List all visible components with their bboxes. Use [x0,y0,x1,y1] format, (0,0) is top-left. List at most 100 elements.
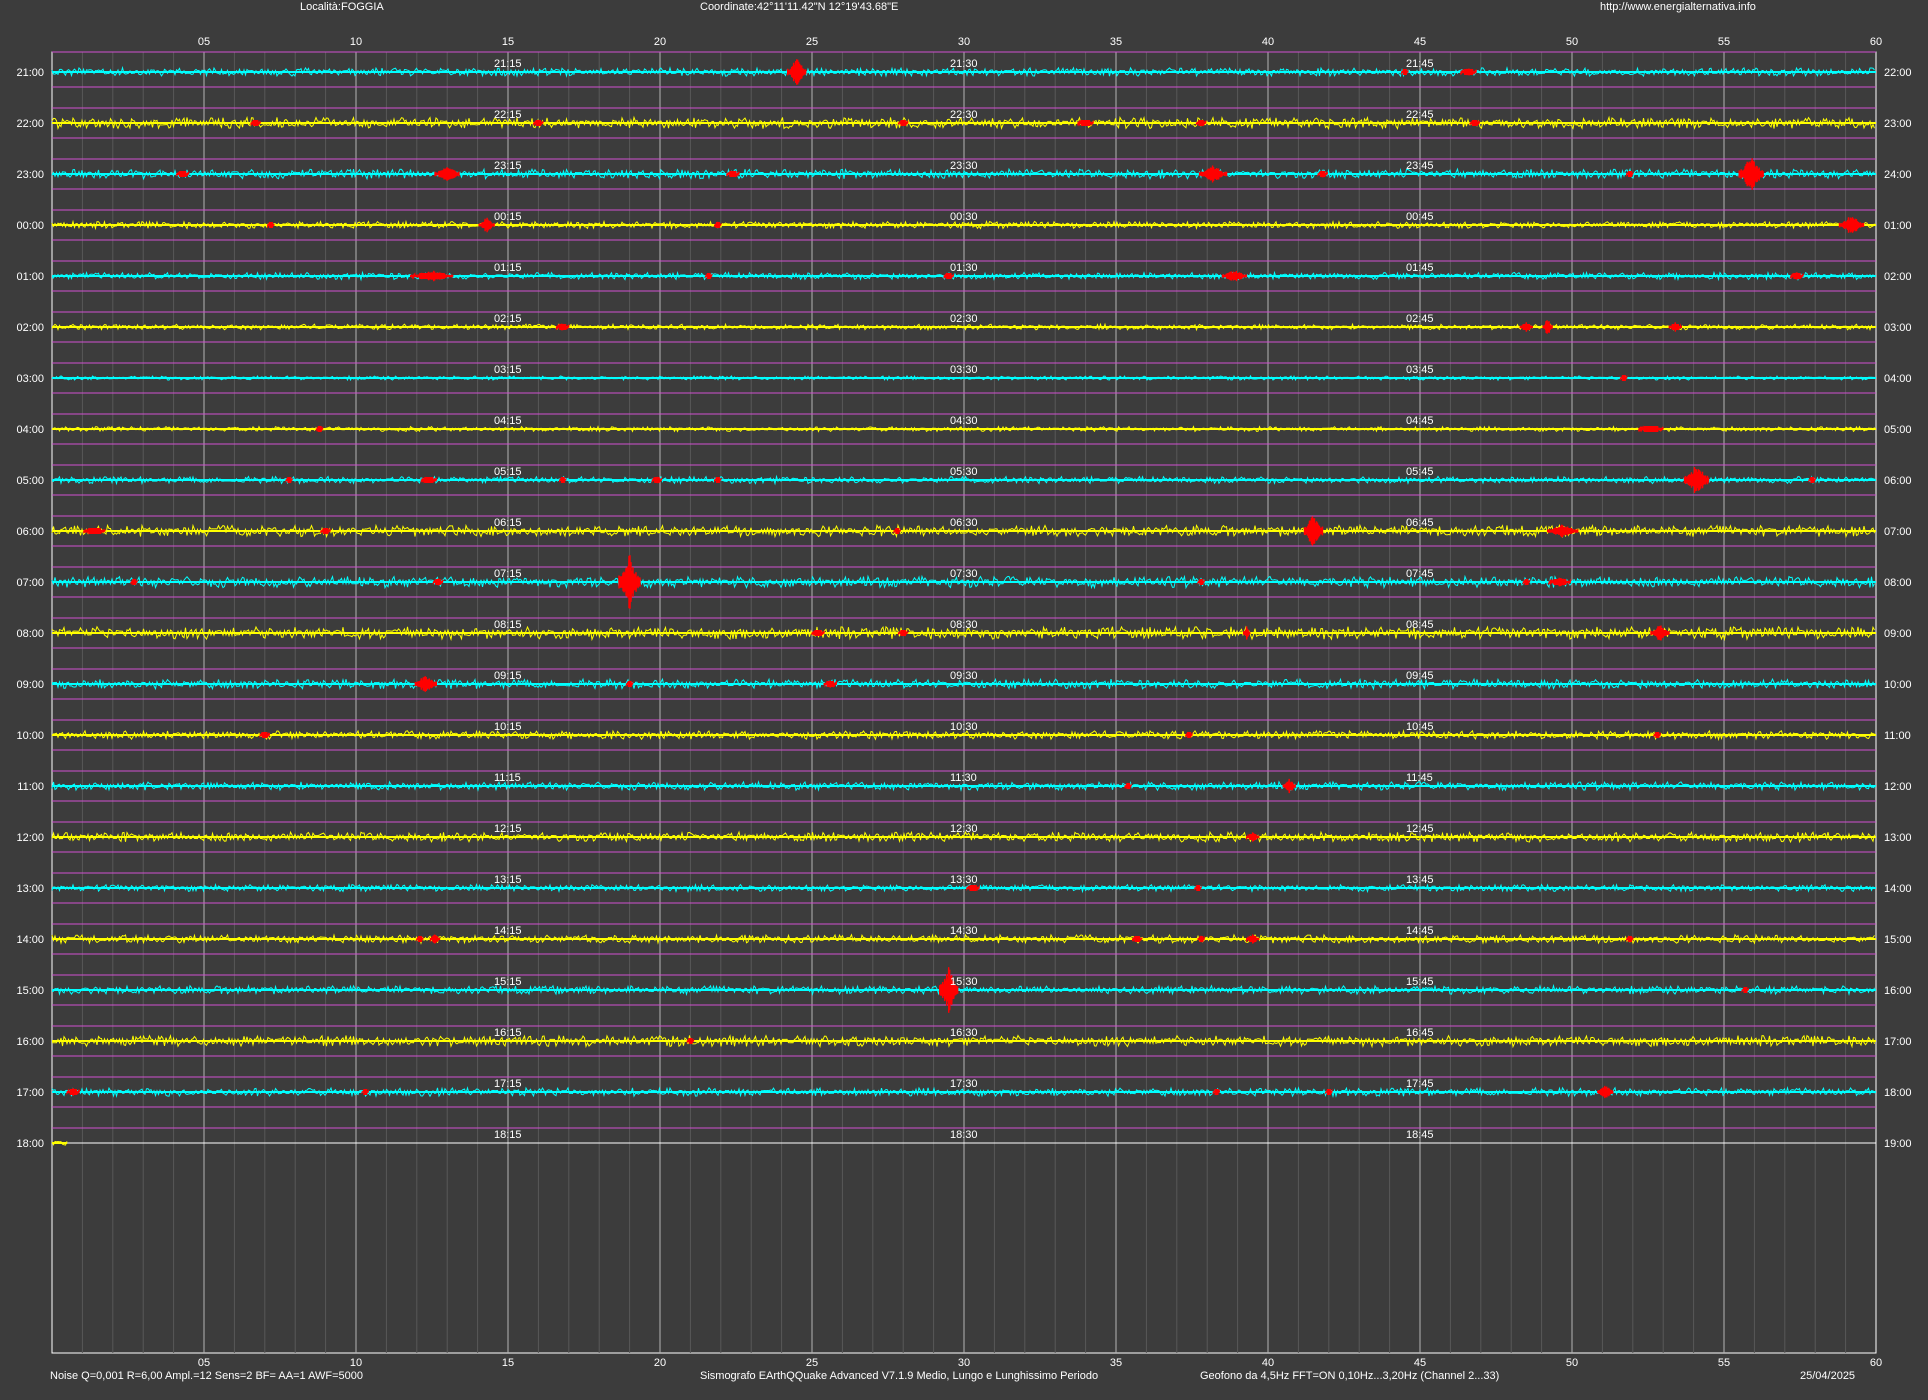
seismic-event-core [791,69,803,75]
quarter-hour-label: 00:45 [1406,211,1434,223]
location-label: Località:FOGGIA [300,1,384,13]
quarter-hour-label: 13:45 [1406,874,1434,886]
seismic-event-core [1196,885,1201,891]
quarter-hour-label: 15:30 [950,976,978,988]
seismic-event-core [715,477,720,483]
quarter-hour-label: 02:15 [494,313,522,325]
seismic-event-core [1308,528,1320,534]
quarter-hour-label: 05:45 [1406,466,1434,478]
seismic-event-core [1199,579,1204,585]
quarter-hour-label: 10:15 [494,721,522,733]
x-tick-label-top: 60 [1870,36,1882,48]
seismic-event-core [623,579,636,585]
seismic-event-core [1671,324,1680,330]
quarter-hour-label: 03:15 [494,364,522,376]
seismic-event-core [654,477,660,483]
geophone-label: Geofono da 4,5Hz FFT=ON 0,10Hz...3,20Hz … [1200,1370,1500,1382]
seismic-event-core [419,681,433,687]
coordinates-label: Coordinate:42°11'11.42"N 12°19'43.68"E [700,1,899,13]
x-tick-label-bottom: 05 [198,1357,210,1369]
seismic-event-core [322,528,329,534]
seismic-event-core [627,681,632,687]
row-label-left: 15:00 [16,985,44,997]
seismic-event-core [1249,936,1257,942]
seismic-event-core [1244,630,1249,636]
row-label-right: 08:00 [1884,577,1912,589]
seismic-event-core [482,222,492,228]
x-tick-label-bottom: 25 [806,1357,818,1369]
row-label-right: 23:00 [1884,118,1912,130]
x-tick-label-bottom: 60 [1870,1357,1882,1369]
quarter-hour-label: 06:30 [950,517,978,529]
row-label-left: 08:00 [16,628,44,640]
row-label-right: 09:00 [1884,628,1912,640]
seismic-event-core [1214,1089,1219,1095]
row-label-left: 03:00 [16,373,44,385]
x-tick-label-bottom: 40 [1262,1357,1274,1369]
row-label-right: 14:00 [1884,883,1912,895]
seismic-event-core [1227,273,1242,279]
x-tick-label-top: 20 [654,36,666,48]
seismic-event-core [559,324,567,330]
quarter-hour-label: 01:15 [494,262,522,274]
seismic-event-core [1464,69,1474,75]
quarter-hour-label: 16:15 [494,1027,522,1039]
quarter-hour-label: 05:15 [494,466,522,478]
row-label-left: 05:00 [16,475,44,487]
seismic-event-core [1810,477,1815,483]
quarter-hour-label: 12:45 [1406,823,1434,835]
seismic-event-core [1643,426,1659,432]
noise-parameters: Noise Q=0,001 R=6,00 Ampl.=12 Sens=2 BF=… [50,1370,363,1382]
seismic-event-core [269,222,274,228]
seismic-event-core [262,732,268,738]
seismogram-chart: 05 05 10 10 15 15 20 20 25 25 30 30 35 35 40 40 45 45 50 50… [16,36,1912,1369]
website-link[interactable]: http://www.energialternativa.info [1600,0,1756,14]
seismic-event-core [560,477,565,483]
quarter-hour-label: 08:30 [950,619,978,631]
x-tick-label-top: 10 [350,36,362,48]
quarter-hour-label: 22:45 [1406,109,1434,121]
seismic-event-core [1199,936,1204,942]
x-tick-label-top: 45 [1414,36,1426,48]
x-tick-label-top: 40 [1262,36,1274,48]
quarter-hour-label: 07:30 [950,568,978,580]
row-label-left: 10:00 [16,730,44,742]
x-tick-label-bottom: 20 [654,1357,666,1369]
quarter-hour-label: 23:30 [950,160,978,172]
seismic-event-core [435,579,441,585]
seismic-event-core [1471,120,1478,126]
row-label-left: 14:00 [16,934,44,946]
seismic-event-core [432,936,438,942]
quarter-hour-label: 14:45 [1406,925,1434,937]
x-tick-label-bottom: 50 [1566,1357,1578,1369]
seismic-event-core [1621,375,1626,381]
seismic-event-core [826,681,834,687]
quarter-hour-label: 22:15 [494,109,522,121]
row-label-right: 05:00 [1884,424,1912,436]
seismic-event-core [900,630,906,636]
quarter-hour-label: 21:45 [1406,58,1434,70]
row-label-left: 13:00 [16,883,44,895]
row-label-left: 12:00 [16,832,44,844]
seismic-event-core [439,171,455,177]
quarter-hour-label: 13:15 [494,874,522,886]
seismic-event-core [132,579,137,585]
seismic-event-core [1326,1089,1331,1095]
x-tick-label-bottom: 15 [502,1357,514,1369]
row-label-right: 24:00 [1884,169,1912,181]
seismic-event-core [363,1089,368,1095]
quarter-hour-label: 10:30 [950,721,978,733]
quarter-hour-label: 23:15 [494,160,522,172]
seismic-event-core [814,630,822,636]
x-tick-label-top: 50 [1566,36,1578,48]
seismic-event-core [1627,171,1632,177]
seismic-event-core [1126,783,1131,789]
software-label: Sismografo EArthQQuake Advanced V7.1.9 M… [700,1370,1099,1382]
quarter-hour-label: 17:45 [1406,1078,1434,1090]
row-label-right: 02:00 [1884,271,1912,283]
quarter-hour-label: 14:30 [950,925,978,937]
quarter-hour-label: 05:30 [950,466,978,478]
quarter-hour-label: 14:15 [494,925,522,937]
quarter-hour-label: 16:30 [950,1027,978,1039]
seismic-event-core [1187,732,1192,738]
